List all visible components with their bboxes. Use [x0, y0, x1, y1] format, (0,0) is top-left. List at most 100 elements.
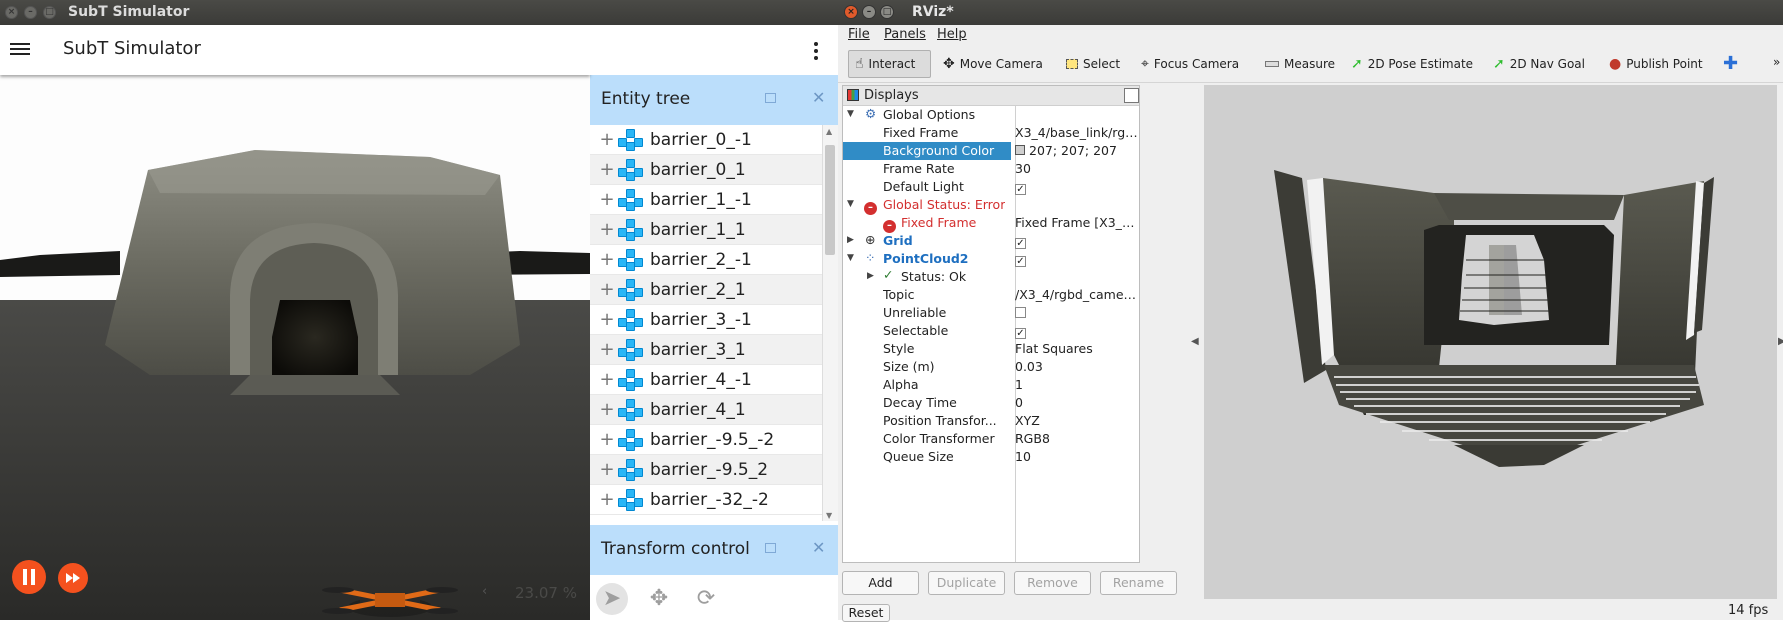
close-panel-icon[interactable]: ✕ [812, 88, 825, 107]
expand-plus-icon[interactable]: + [596, 489, 618, 510]
selectable-checkbox[interactable]: ✓ [1015, 328, 1026, 339]
duplicate-button[interactable]: Duplicate [928, 571, 1005, 595]
entity-row[interactable]: + barrier_3_-1 [590, 305, 822, 335]
scroll-down-icon[interactable]: ▼ [826, 511, 832, 520]
pose-estimate-tool[interactable]: ➚ 2D Pose Estimate [1344, 50, 1480, 78]
interact-tool[interactable]: ☝ Interact [848, 50, 931, 78]
style-row[interactable]: Style Flat Squares [843, 340, 1139, 358]
expand-plus-icon[interactable]: + [596, 429, 618, 450]
chevron-left-icon[interactable]: ‹ [482, 584, 487, 599]
status-fixed-frame-row[interactable]: –Fixed FrameFixed Frame [X3_4/base_... [843, 214, 1139, 233]
expand-plus-icon[interactable]: + [596, 399, 618, 420]
pointcloud-checkbox[interactable]: ✓ [1015, 256, 1026, 267]
focus-camera-tool[interactable]: ⌖ Focus Camera [1134, 50, 1246, 78]
expand-down-icon[interactable]: ▼ [847, 199, 854, 209]
expand-down-icon[interactable]: ▼ [847, 109, 854, 119]
fixed-frame-value[interactable]: X3_4/base_link/rgbd_ca... [1015, 125, 1139, 140]
expand-plus-icon[interactable]: + [596, 159, 618, 180]
entity-row[interactable]: + barrier_0_1 [590, 155, 822, 185]
color-swatch[interactable] [1015, 145, 1025, 155]
add-button[interactable]: Add [842, 571, 919, 595]
select-tool-icon[interactable]: ➤ [596, 583, 628, 615]
entity-row[interactable]: + barrier_-32_-2 [590, 485, 822, 515]
background-color-value[interactable]: 207; 207; 207 [1029, 143, 1117, 158]
close-panel-icon[interactable]: ✕ [812, 538, 825, 557]
entity-row[interactable]: + barrier_-9.5_-2 [590, 425, 822, 455]
remove-button[interactable]: Remove [1014, 571, 1091, 595]
menu-help[interactable]: Help [937, 27, 967, 42]
position-transformer-row[interactable]: Position Transfor... XYZ [843, 412, 1139, 430]
minimize-window-icon[interactable]: – [862, 5, 876, 19]
background-color-row[interactable]: Background Color 207; 207; 207 [843, 142, 1139, 160]
default-light-row[interactable]: Default Light ✓ [843, 178, 1139, 196]
selectable-row[interactable]: Selectable ✓ [843, 322, 1139, 340]
rename-button[interactable]: Rename [1100, 571, 1177, 595]
queue-size-row[interactable]: Queue Size 10 [843, 448, 1139, 466]
scroll-up-icon[interactable]: ▲ [826, 127, 832, 136]
select-tool[interactable]: Select [1059, 50, 1127, 78]
topic-row[interactable]: Topic/X3_4/rgbd_camera/dept... [843, 286, 1139, 304]
close-window-icon[interactable]: × [5, 6, 18, 19]
pause-button[interactable] [12, 560, 46, 594]
queue-size-value[interactable]: 10 [1015, 449, 1139, 464]
entity-row[interactable]: + barrier_2_1 [590, 275, 822, 305]
maximize-panel-icon[interactable] [765, 543, 776, 553]
decay-time-value[interactable]: 0 [1015, 395, 1139, 410]
entity-row[interactable]: + barrier_1_1 [590, 215, 822, 245]
collapse-right-icon[interactable]: ▶ [1778, 336, 1783, 347]
size-row[interactable]: Size (m) 0.03 [843, 358, 1139, 376]
entity-row[interactable]: + barrier_-9.5_2 [590, 455, 822, 485]
nav-goal-tool[interactable]: ➚ 2D Nav Goal [1486, 50, 1592, 78]
measure-tool[interactable]: Measure [1258, 50, 1342, 78]
more-vert-icon[interactable] [810, 40, 822, 64]
alpha-row[interactable]: Alpha 1 [843, 376, 1139, 394]
add-tool-icon[interactable]: ✚ [1723, 53, 1738, 74]
expand-plus-icon[interactable]: + [596, 279, 618, 300]
expand-plus-icon[interactable]: + [596, 309, 618, 330]
entity-row[interactable]: + barrier_0_-1 [590, 125, 822, 155]
frame-rate-row[interactable]: Frame Rate 30 [843, 160, 1139, 178]
menu-file[interactable]: File [848, 27, 870, 42]
close-window-icon[interactable]: × [844, 5, 858, 19]
maximize-panel-icon[interactable] [765, 93, 776, 103]
fixed-frame-row[interactable]: Fixed Frame X3_4/base_link/rgbd_ca... [843, 124, 1139, 142]
size-value[interactable]: 0.03 [1015, 359, 1139, 374]
rviz-3d-view[interactable] [1204, 85, 1777, 599]
entity-row[interactable]: + barrier_3_1 [590, 335, 822, 365]
maximize-window-icon[interactable]: □ [880, 5, 894, 19]
global-status-row[interactable]: ▼ – Global Status: Error [843, 196, 1139, 215]
toolbar-overflow-icon[interactable]: » [1773, 55, 1780, 69]
entity-row[interactable]: + barrier_4_-1 [590, 365, 822, 395]
topic-value[interactable]: /X3_4/rgbd_camera/dept... [1015, 287, 1139, 302]
simulation-3d-view[interactable] [0, 75, 590, 620]
default-light-checkbox[interactable]: ✓ [1015, 184, 1026, 195]
expand-plus-icon[interactable]: + [596, 459, 618, 480]
reset-button[interactable]: Reset [842, 604, 890, 622]
move-camera-tool[interactable]: ✥ Move Camera [936, 50, 1050, 78]
menu-icon[interactable] [10, 40, 30, 58]
style-value[interactable]: Flat Squares [1015, 341, 1139, 356]
position-transformer-value[interactable]: XYZ [1015, 413, 1139, 428]
entity-row[interactable]: + barrier_2_-1 [590, 245, 822, 275]
grid-checkbox[interactable]: ✓ [1015, 238, 1026, 249]
expand-plus-icon[interactable]: + [596, 219, 618, 240]
expand-right-icon[interactable]: ▶ [847, 235, 854, 245]
expand-plus-icon[interactable]: + [596, 339, 618, 360]
publish-point-tool[interactable]: ● Publish Point [1602, 50, 1710, 78]
maximize-window-icon[interactable]: □ [43, 6, 56, 19]
unreliable-row[interactable]: Unreliable [843, 304, 1139, 322]
entity-row[interactable]: + barrier_1_-1 [590, 185, 822, 215]
status-ok-row[interactable]: ▶ ✓ Status: Ok [843, 267, 1139, 286]
grid-row[interactable]: ▶ ⊕ Grid ✓ [843, 232, 1139, 250]
alpha-value[interactable]: 1 [1015, 377, 1139, 392]
undock-panel-icon[interactable] [1124, 88, 1139, 103]
menu-panels[interactable]: Panels [884, 27, 926, 42]
translate-tool-icon[interactable]: ✥ [643, 583, 675, 615]
decay-time-row[interactable]: Decay Time 0 [843, 394, 1139, 412]
expand-plus-icon[interactable]: + [596, 189, 618, 210]
minimize-window-icon[interactable]: – [24, 6, 37, 19]
expand-plus-icon[interactable]: + [596, 249, 618, 270]
pointcloud-row[interactable]: ▼ ⁘ PointCloud2 ✓ [843, 250, 1139, 268]
color-transformer-value[interactable]: RGB8 [1015, 431, 1139, 446]
expand-right-icon[interactable]: ▶ [867, 271, 874, 281]
